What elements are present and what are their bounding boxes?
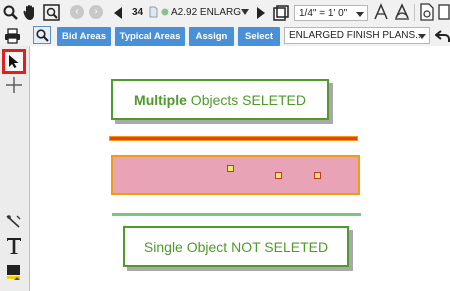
left-toolbar — [0, 46, 30, 291]
crosshair-icon[interactable] — [5, 76, 23, 94]
selected-linear-object[interactable] — [109, 136, 358, 141]
hand-pan-icon[interactable] — [22, 3, 38, 21]
undo-icon[interactable] — [434, 27, 450, 44]
single-not-selected-callout: Single Object NOT SELETED — [123, 226, 349, 267]
callout-bold-word: Multiple — [134, 91, 187, 108]
page-filter-value: ENLARGED FINISH PLANS... — [289, 30, 424, 41]
scale-value: 1/4" = 1' 0" — [299, 8, 348, 19]
chevron-down-icon — [418, 34, 426, 39]
secondary-toolbar: Bid Areas Typical Areas Assign Select EN… — [0, 25, 450, 47]
text-tool-icon[interactable] — [3, 235, 25, 257]
export-icon[interactable] — [420, 3, 434, 21]
back-icon[interactable]: ‹ — [70, 5, 84, 19]
scale-select[interactable]: 1/4" = 1' 0" — [294, 5, 368, 21]
vertex-handle[interactable] — [227, 165, 234, 172]
status-dot-icon — [161, 8, 169, 16]
vertex-handle[interactable] — [275, 172, 282, 179]
multiple-selected-callout: Multiple Objects SELETED — [111, 79, 329, 120]
main-toolbar: ‹ › 34 A2.92 ENLARG 1/4" = 1' 0" — [0, 0, 450, 25]
chevron-down-icon[interactable] — [241, 9, 249, 15]
select-arrow-icon[interactable] — [2, 49, 26, 74]
page-icon — [149, 6, 158, 18]
overflow-icon[interactable] — [438, 3, 450, 21]
angle-icon[interactable] — [394, 3, 410, 21]
selected-area-object[interactable] — [111, 155, 360, 195]
chevron-down-icon — [356, 12, 364, 17]
zoom-window-icon[interactable] — [42, 3, 60, 21]
measure-icon[interactable] — [5, 213, 23, 229]
select-button[interactable]: Select — [238, 27, 280, 46]
dimension-icon[interactable] — [373, 3, 389, 21]
vertex-handle[interactable] — [314, 172, 321, 179]
next-page-icon[interactable] — [256, 6, 266, 19]
search-icon[interactable] — [2, 4, 18, 20]
zoom-fit-icon[interactable] — [33, 26, 51, 44]
unselected-line-object[interactable] — [112, 213, 361, 216]
forward-icon[interactable]: › — [89, 5, 103, 19]
callout-text: Multiple Objects SELETED — [134, 92, 306, 108]
page-layout-icon[interactable] — [272, 4, 289, 21]
assign-button[interactable]: Assign — [189, 27, 234, 46]
callout-rest: Objects SELETED — [186, 91, 306, 108]
callout-text: Single Object NOT SELETED — [143, 238, 329, 255]
sheet-label[interactable]: A2.92 ENLARG — [171, 7, 241, 18]
print-icon[interactable] — [4, 27, 21, 44]
typical-areas-button[interactable]: Typical Areas — [115, 27, 185, 46]
prev-page-icon[interactable] — [113, 6, 123, 19]
color-swatch-icon[interactable] — [4, 263, 24, 283]
page-filter-select[interactable]: ENLARGED FINISH PLANS... — [284, 27, 430, 44]
bid-areas-button[interactable]: Bid Areas — [57, 27, 111, 46]
drawing-canvas[interactable]: Multiple Objects SELETED Single Object N… — [30, 46, 450, 291]
page-number[interactable]: 34 — [132, 7, 143, 18]
